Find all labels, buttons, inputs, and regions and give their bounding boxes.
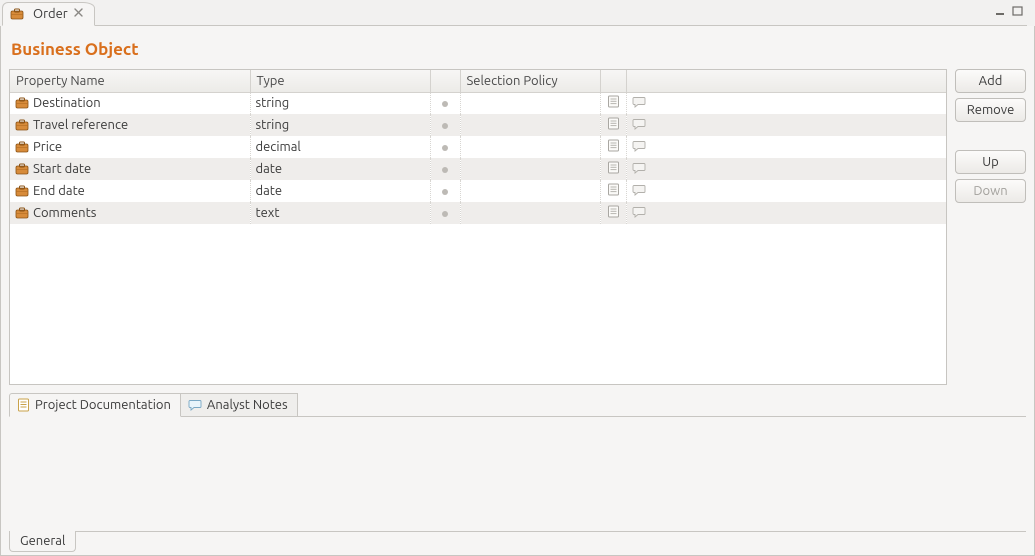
selection-policy-cell bbox=[460, 136, 600, 158]
status-dot bbox=[430, 136, 460, 158]
briefcase-icon bbox=[15, 119, 29, 131]
speech-bubble-icon[interactable] bbox=[632, 184, 646, 196]
speech-bubble-icon bbox=[188, 399, 202, 411]
selection-policy-cell bbox=[460, 202, 600, 224]
property-name-cell: Price bbox=[33, 140, 62, 154]
table-row[interactable]: Travel reference string bbox=[10, 114, 946, 136]
page-title: Business Object bbox=[9, 34, 1026, 69]
selection-policy-cell bbox=[460, 114, 600, 136]
status-dot bbox=[430, 92, 460, 114]
status-dot bbox=[430, 114, 460, 136]
col-blank-3[interactable] bbox=[626, 70, 946, 92]
status-dot bbox=[430, 202, 460, 224]
documentation-tabs: Project Documentation Analyst Notes bbox=[9, 391, 1026, 417]
table-row[interactable]: Price decimal bbox=[10, 136, 946, 158]
property-table[interactable]: Property Name Type Selection Policy Dest… bbox=[9, 69, 947, 385]
speech-bubble-icon[interactable] bbox=[632, 206, 646, 218]
col-type[interactable]: Type bbox=[250, 70, 430, 92]
table-row[interactable]: Start date date bbox=[10, 158, 946, 180]
type-cell: string bbox=[250, 114, 430, 136]
tab-analyst-notes[interactable]: Analyst Notes bbox=[180, 393, 298, 417]
col-property-name[interactable]: Property Name bbox=[10, 70, 250, 92]
col-selection-policy[interactable]: Selection Policy bbox=[460, 70, 600, 92]
status-dot bbox=[430, 158, 460, 180]
briefcase-icon bbox=[15, 185, 29, 197]
add-button[interactable]: Add bbox=[955, 69, 1026, 93]
document-icon[interactable] bbox=[607, 139, 620, 152]
tab-label: Project Documentation bbox=[35, 398, 171, 412]
briefcase-icon bbox=[10, 8, 24, 20]
briefcase-icon bbox=[15, 97, 29, 109]
type-cell: decimal bbox=[250, 136, 430, 158]
speech-bubble-icon[interactable] bbox=[632, 140, 646, 152]
document-icon[interactable] bbox=[607, 95, 620, 108]
editor-body: Business Object Property Name Type Selec… bbox=[0, 26, 1035, 556]
property-name-cell: End date bbox=[33, 184, 85, 198]
document-icon[interactable] bbox=[607, 117, 620, 130]
up-button[interactable]: Up bbox=[955, 150, 1026, 174]
document-icon[interactable] bbox=[607, 183, 620, 196]
speech-bubble-icon[interactable] bbox=[632, 96, 646, 108]
documentation-body[interactable] bbox=[9, 417, 1026, 531]
selection-policy-cell bbox=[460, 158, 600, 180]
document-icon[interactable] bbox=[607, 205, 620, 218]
bottom-tab-bar: General bbox=[9, 531, 1026, 555]
speech-bubble-icon[interactable] bbox=[632, 162, 646, 174]
minimize-icon[interactable] bbox=[994, 5, 1008, 17]
tab-project-documentation[interactable]: Project Documentation bbox=[9, 393, 181, 417]
property-name-cell: Destination bbox=[33, 96, 101, 110]
tab-general[interactable]: General bbox=[9, 531, 76, 552]
col-blank-1[interactable] bbox=[430, 70, 460, 92]
selection-policy-cell bbox=[460, 92, 600, 114]
type-cell: date bbox=[250, 180, 430, 202]
type-cell: text bbox=[250, 202, 430, 224]
briefcase-icon bbox=[15, 163, 29, 175]
col-blank-2[interactable] bbox=[600, 70, 626, 92]
briefcase-icon bbox=[15, 207, 29, 219]
table-row[interactable]: Destination string bbox=[10, 92, 946, 114]
down-button: Down bbox=[955, 179, 1026, 203]
table-row[interactable]: Comments text bbox=[10, 202, 946, 224]
property-name-cell: Start date bbox=[33, 162, 91, 176]
property-name-cell: Travel reference bbox=[33, 118, 128, 132]
window-controls bbox=[994, 0, 1027, 26]
remove-button[interactable]: Remove bbox=[955, 98, 1026, 122]
status-dot bbox=[430, 180, 460, 202]
tab-label: Analyst Notes bbox=[207, 398, 288, 412]
document-icon bbox=[17, 398, 30, 412]
briefcase-icon bbox=[15, 141, 29, 153]
close-icon[interactable] bbox=[73, 7, 84, 21]
document-icon[interactable] bbox=[607, 161, 620, 174]
editor-tab-bar: Order bbox=[0, 0, 1035, 26]
selection-policy-cell bbox=[460, 180, 600, 202]
maximize-icon[interactable] bbox=[1011, 5, 1025, 17]
speech-bubble-icon[interactable] bbox=[632, 118, 646, 130]
table-row[interactable]: End date date bbox=[10, 180, 946, 202]
property-name-cell: Comments bbox=[33, 206, 96, 220]
type-cell: date bbox=[250, 158, 430, 180]
table-header-row: Property Name Type Selection Policy bbox=[10, 70, 946, 92]
button-column: Add Remove Up Down bbox=[955, 69, 1026, 385]
editor-tab-label: Order bbox=[33, 7, 68, 21]
editor-tab-order[interactable]: Order bbox=[2, 2, 95, 26]
type-cell: string bbox=[250, 92, 430, 114]
